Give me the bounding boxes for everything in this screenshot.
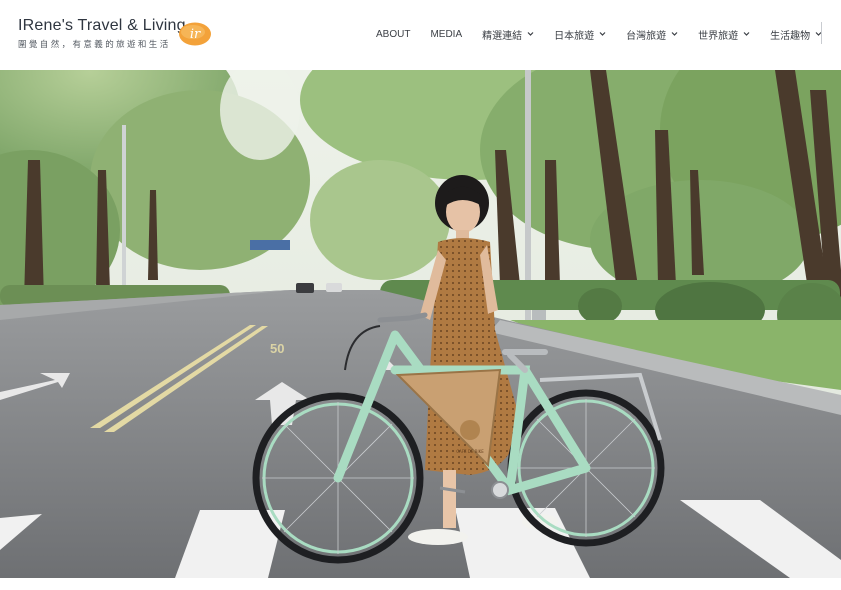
site-tagline: 圍覺自然，有意義的旅遊和生活 xyxy=(18,39,171,49)
page-bottom-strip xyxy=(0,578,841,590)
nav-item-label: 台灣旅遊 xyxy=(626,30,667,42)
chevron-down-icon xyxy=(599,32,606,36)
brand[interactable]: IRene's Travel & Living 圍覺自然，有意義的旅遊和生活 xyxy=(18,16,186,50)
nav-item-label: 生活趣物 xyxy=(770,30,811,42)
shoe xyxy=(408,529,468,545)
chevron-down-icon xyxy=(743,32,750,36)
street-lamp xyxy=(122,125,126,305)
nav-item-world-travel[interactable]: 世界旅遊 xyxy=(698,27,750,42)
nav-divider xyxy=(821,22,822,44)
chevron-down-icon xyxy=(671,32,678,36)
distant-car xyxy=(296,283,314,293)
road-speed-marking: 50 xyxy=(270,341,284,356)
nav-item-label: MEDIA xyxy=(430,28,463,40)
site-header: IRene's Travel & Living 圍覺自然，有意義的旅遊和生活 i… xyxy=(0,0,841,70)
nav-item-lifestyle-goods[interactable]: 生活趣物 xyxy=(770,27,822,42)
logo-text: ir xyxy=(190,27,201,42)
hero-image: 50 CAFE DE BIKE xyxy=(0,70,841,578)
site-logo-icon[interactable]: ir xyxy=(178,21,212,47)
distant-car xyxy=(326,283,342,292)
site-title[interactable]: IRene's Travel & Living xyxy=(18,16,186,36)
road-sign xyxy=(250,240,290,250)
nav-item-media[interactable]: MEDIA xyxy=(430,29,462,40)
nav-item-featured-links[interactable]: 精選連結 xyxy=(482,27,534,42)
chevron-down-icon xyxy=(527,32,534,36)
nav-item-label: 精選連結 xyxy=(482,30,523,42)
nav-item-about[interactable]: ABOUT xyxy=(376,29,410,40)
nav-item-label: 日本旅遊 xyxy=(554,30,595,42)
main-nav: ABOUT MEDIA 精選連結 日本旅遊 台灣旅遊 世界旅遊 生活趣物 xyxy=(376,26,822,42)
nav-item-japan-travel[interactable]: 日本旅遊 xyxy=(554,27,606,42)
frame-bag-label: CAFE DE BIKE xyxy=(456,449,484,454)
nav-item-taiwan-travel[interactable]: 台灣旅遊 xyxy=(626,27,678,42)
nav-item-label: ABOUT xyxy=(376,28,411,40)
nav-item-label: 世界旅遊 xyxy=(698,30,739,42)
hero-photo: 50 CAFE DE BIKE xyxy=(0,70,841,578)
